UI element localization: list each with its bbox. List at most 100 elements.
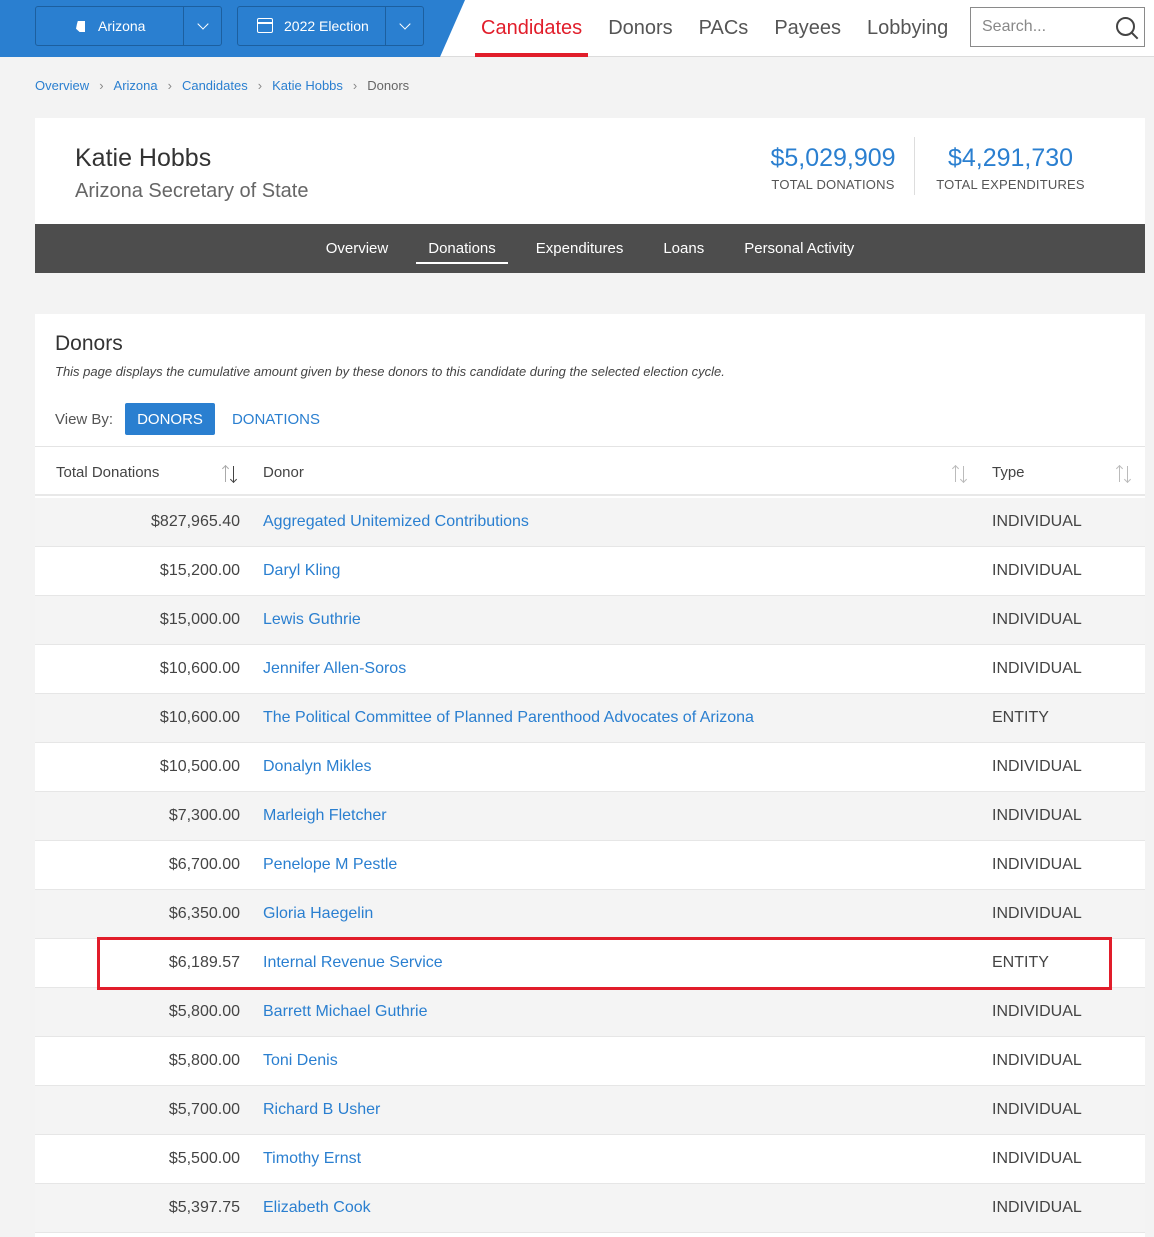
table-row: $5,800.00 Barrett Michael Guthrie INDIVI…	[35, 988, 1145, 1037]
row-donor-link[interactable]: Internal Revenue Service	[263, 939, 443, 987]
stat-divider	[914, 137, 915, 195]
row-donor-link[interactable]: Daryl Kling	[263, 547, 340, 595]
table-row: $6,350.00 Gloria Haegelin INDIVIDUAL	[35, 890, 1145, 939]
column-header-donor[interactable]: Donor	[263, 447, 304, 497]
breadcrumb-arizona[interactable]: Arizona	[114, 78, 158, 93]
tab-expenditures[interactable]: Expenditures	[536, 224, 624, 273]
table-row: $6,700.00 Penelope M Pestle INDIVIDUAL	[35, 841, 1145, 890]
row-donor-link[interactable]: Timothy Ernst	[263, 1135, 361, 1183]
panel-title: Donors	[55, 332, 123, 355]
election-cycle-selector-main[interactable]: 2022 Election	[238, 7, 385, 45]
chevron-down-icon	[196, 18, 209, 30]
nav-pacs[interactable]: PACs	[693, 0, 755, 57]
state-selector-main[interactable]: Arizona	[36, 7, 183, 45]
panel-description: This page displays the cumulative amount…	[55, 364, 725, 379]
row-amount: $15,200.00	[159, 562, 240, 579]
row-donor-link[interactable]: Elizabeth Cook	[263, 1184, 371, 1232]
row-donor-link[interactable]: Jennifer Allen-Soros	[263, 645, 406, 693]
table-row-highlighted: $6,189.57 Internal Revenue Service ENTIT…	[35, 939, 1145, 988]
calendar-icon	[257, 18, 273, 33]
sort-icon[interactable]	[1116, 465, 1132, 483]
row-donor-link[interactable]: Toni Denis	[263, 1037, 338, 1085]
election-cycle-dropdown-button[interactable]	[385, 7, 423, 45]
tab-loans[interactable]: Loans	[663, 224, 704, 273]
row-amount: $15,000.00	[159, 611, 240, 628]
nav-candidates[interactable]: Candidates	[475, 0, 589, 57]
state-selector[interactable]: Arizona	[35, 6, 222, 46]
row-amount: $10,600.00	[159, 709, 240, 726]
row-donor-link[interactable]: Gloria Haegelin	[263, 890, 373, 938]
table-row: $15,000.00 Lewis Guthrie INDIVIDUAL	[35, 596, 1145, 645]
table-row: $7,300.00 Marleigh Fletcher INDIVIDUAL	[35, 792, 1145, 841]
state-selector-label: Arizona	[98, 18, 146, 34]
election-cycle-selector[interactable]: 2022 Election	[237, 6, 424, 46]
candidate-name: Katie Hobbs	[75, 144, 212, 172]
table-row: $5,397.75 Elizabeth Cook INDIVIDUAL	[35, 1184, 1145, 1233]
search-input[interactable]	[971, 8, 1108, 46]
row-type: INDIVIDUAL	[992, 1150, 1082, 1167]
search-icon[interactable]	[1108, 8, 1144, 46]
total-donations-label: TOTAL DONATIONS	[771, 177, 895, 192]
breadcrumb-chevron-icon: ›	[99, 78, 104, 93]
row-amount: $10,500.00	[159, 758, 240, 775]
row-amount: $827,965.40	[151, 513, 240, 530]
main-nav: Candidates Donors PACs Payees Lobbying	[475, 0, 968, 57]
nav-lobbying[interactable]: Lobbying	[861, 0, 954, 57]
breadcrumb-candidates[interactable]: Candidates	[182, 78, 248, 93]
breadcrumb-overview[interactable]: Overview	[35, 78, 89, 93]
election-cycle-label: 2022 Election	[284, 18, 369, 34]
breadcrumb: Overview › Arizona › Candidates › Katie …	[35, 78, 409, 93]
chevron-down-icon	[398, 18, 411, 30]
row-type: INDIVIDUAL	[992, 562, 1082, 579]
table-row: $15,200.00 Daryl Kling INDIVIDUAL	[35, 547, 1145, 596]
nav-payees[interactable]: Payees	[768, 0, 847, 57]
view-by-label: View By:	[55, 410, 114, 428]
tab-donations[interactable]: Donations	[416, 224, 508, 273]
row-type: INDIVIDUAL	[992, 1003, 1082, 1020]
row-donor-link[interactable]: Penelope M Pestle	[263, 841, 397, 889]
row-donor-link[interactable]: Barrett Michael Guthrie	[263, 988, 428, 1036]
state-selector-dropdown-button[interactable]	[183, 7, 221, 45]
sort-icon[interactable]	[222, 465, 238, 483]
breadcrumb-chevron-icon: ›	[257, 78, 263, 93]
tab-overview[interactable]: Overview	[326, 224, 389, 273]
total-donations-amount: $5,029,909	[770, 144, 896, 172]
row-donor-link[interactable]: The Political Committee of Planned Paren…	[263, 694, 754, 742]
row-type: INDIVIDUAL	[992, 758, 1082, 775]
row-type: ENTITY	[992, 709, 1049, 726]
total-donations-stat: $5,029,909 TOTAL DONATIONS	[755, 144, 911, 192]
donors-panel: Donors This page displays the cumulative…	[35, 314, 1145, 1237]
row-amount: $5,500.00	[168, 1150, 240, 1167]
view-by-toggle: View By: DONORS DONATIONS	[55, 403, 332, 435]
table-row: $827,965.40 Aggregated Unitemized Contri…	[35, 498, 1145, 547]
row-type: INDIVIDUAL	[992, 660, 1082, 677]
table-row: $10,600.00 The Political Committee of Pl…	[35, 694, 1145, 743]
row-amount: $5,800.00	[168, 1052, 240, 1069]
row-type: INDIVIDUAL	[992, 1101, 1082, 1118]
row-donor-link[interactable]: Aggregated Unitemized Contributions	[263, 498, 529, 546]
nav-donors[interactable]: Donors	[602, 0, 678, 57]
row-type: INDIVIDUAL	[992, 1199, 1082, 1216]
column-header-total-donations[interactable]: Total Donations	[56, 447, 159, 497]
view-by-donors-button[interactable]: DONORS	[125, 403, 215, 435]
row-donor-link[interactable]: Marleigh Fletcher	[263, 792, 387, 840]
row-amount: $10,600.00	[159, 660, 240, 677]
breadcrumb-chevron-icon: ›	[352, 78, 358, 93]
view-by-donations-button[interactable]: DONATIONS	[220, 403, 332, 435]
breadcrumb-chevron-icon: ›	[167, 78, 172, 93]
column-header-type[interactable]: Type	[992, 447, 1025, 497]
row-type: INDIVIDUAL	[992, 807, 1082, 824]
row-type: INDIVIDUAL	[992, 1052, 1082, 1069]
tab-personal-activity[interactable]: Personal Activity	[744, 224, 854, 273]
row-donor-link[interactable]: Richard B Usher	[263, 1086, 380, 1134]
table-row: $10,600.00 Jennifer Allen-Soros INDIVIDU…	[35, 645, 1145, 694]
row-donor-link[interactable]: Lewis Guthrie	[263, 596, 361, 644]
total-expenditures-stat: $4,291,730 TOTAL EXPENDITURES	[932, 144, 1089, 192]
row-type: INDIVIDUAL	[992, 513, 1082, 530]
table-row: $5,700.00 Richard B Usher INDIVIDUAL	[35, 1086, 1145, 1135]
row-type: INDIVIDUAL	[992, 856, 1082, 873]
breadcrumb-katie-hobbs[interactable]: Katie Hobbs	[272, 78, 343, 93]
row-donor-link[interactable]: Donalyn Mikles	[263, 743, 371, 791]
sort-icon[interactable]	[952, 465, 968, 483]
row-amount: $5,800.00	[168, 1003, 240, 1020]
